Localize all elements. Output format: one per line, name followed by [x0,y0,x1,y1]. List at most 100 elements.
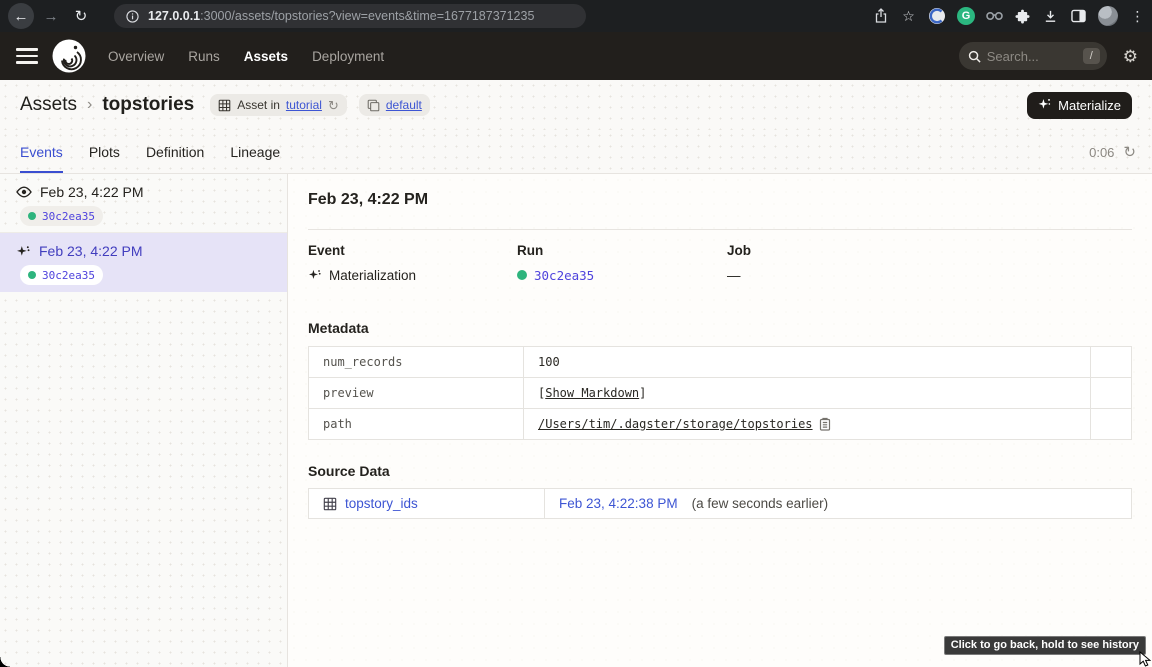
refresh-countdown: 0:06 [1089,145,1114,160]
bracket-close: ] [639,386,646,400]
side-panel-icon[interactable] [1070,8,1087,25]
tab-lineage[interactable]: Lineage [230,130,280,173]
app-nav-bar: Overview Runs Assets Deployment / ⚙ [0,32,1152,80]
job-value: — [727,268,741,283]
breadcrumb-separator: › [87,96,92,114]
table-row: path /Users/tim/.dagster/storage/topstor… [309,408,1131,439]
table-row: topstory_ids Feb 23, 4:22:38 PM (a few s… [309,489,1131,518]
downloads-icon[interactable] [1042,8,1059,25]
event-time: Feb 23, 4:22 PM [40,184,144,200]
browser-address-bar[interactable]: 127.0.0.1:3000/assets/topstories?view=ev… [114,4,586,28]
asset-grid-icon [218,99,231,112]
breadcrumb: Assets › topstories [20,94,194,116]
materialization-sparkle-icon [16,244,31,259]
reload-repo-icon[interactable]: ↻ [328,99,339,112]
event-list-sidebar: Feb 23, 4:22 PM 30c2ea35 Feb 23, 4:22 PM… [0,174,288,667]
asset-page-header: Assets › topstories Asset in tutorial ↻ … [0,80,1152,130]
browser-toolbar: ← → ↻ 127.0.0.1:3000/assets/topstories?v… [0,0,1152,32]
event-column-label: Event [308,243,517,258]
path-link[interactable]: /Users/tim/.dagster/storage/topstories [538,417,813,431]
tab-events[interactable]: Events [20,130,63,173]
grammarly-extension-icon[interactable]: G [957,7,975,25]
event-detail-title: Feb 23, 4:22 PM [308,191,1132,209]
source-data-heading: Source Data [308,463,1132,479]
run-column-label: Run [517,243,727,258]
badge-prefix-text: Asset in [237,98,280,112]
settings-gear-icon[interactable]: ⚙ [1123,48,1138,65]
password-extension-icon[interactable] [928,7,946,25]
event-run-chip[interactable]: 30c2ea35 [20,265,103,285]
share-icon[interactable] [872,8,889,25]
search-icon [968,50,981,63]
event-list-item-observation[interactable]: Feb 23, 4:22 PM 30c2ea35 [0,174,287,233]
materialization-sparkle-icon [308,268,322,282]
mouse-cursor [1139,651,1151,667]
event-run-chip[interactable]: 30c2ea35 [20,206,103,226]
asset-tabs: Events Plots Definition Lineage 0:06 ↻ [0,130,1152,174]
refresh-icon[interactable]: ↻ [1123,145,1136,160]
nav-item-overview[interactable]: Overview [108,49,164,64]
metadata-key: path [309,409,524,439]
job-column-label: Job [727,243,1132,258]
asset-group-badge[interactable]: default [359,94,430,116]
materialize-button[interactable]: Materialize [1027,92,1132,119]
group-default-link[interactable]: default [386,98,422,112]
run-status-dot [517,270,527,280]
event-detail-panel: Feb 23, 4:22 PM Event Materialization Ru… [288,174,1152,667]
metadata-key: preview [309,378,524,408]
table-row: preview [Show Markdown] [309,377,1131,408]
run-id-text: 30c2ea35 [42,210,95,223]
event-type-value: Materialization [329,268,416,283]
source-data-table: topstory_ids Feb 23, 4:22:38 PM (a few s… [308,488,1132,519]
tab-definition[interactable]: Definition [146,130,204,173]
browser-reload-button[interactable]: ↻ [68,3,94,29]
observation-eye-icon [16,184,32,200]
event-list-item-materialization[interactable]: Feb 23, 4:22 PM 30c2ea35 [0,233,287,292]
metadata-table: num_records 100 preview [Show Markdown] … [308,346,1132,440]
show-markdown-link[interactable]: Show Markdown [545,386,639,400]
breadcrumb-assets-link[interactable]: Assets [20,94,77,116]
browser-back-button[interactable]: ← [8,3,34,29]
source-timestamp-link[interactable]: Feb 23, 4:22:38 PM [559,496,678,511]
profile-avatar[interactable] [1098,6,1118,26]
dagster-logo[interactable] [52,39,86,73]
url-text: 127.0.0.1:3000/assets/topstories?view=ev… [148,9,534,23]
window-rounded-corner [0,657,10,667]
nav-item-assets[interactable]: Assets [244,49,288,64]
metadata-extra-cell [1091,409,1131,439]
page-info-icon[interactable] [124,8,141,25]
bracket-open: [ [538,386,545,400]
run-id-text: 30c2ea35 [42,269,95,282]
group-copy-icon [367,99,380,112]
divider [308,229,1132,230]
copy-path-icon[interactable] [819,417,831,431]
metadata-heading: Metadata [308,320,1132,336]
search-input[interactable] [987,49,1077,64]
browser-menu-dots-icon[interactable]: ⋮ [1129,8,1146,25]
nav-item-runs[interactable]: Runs [188,49,220,64]
upstream-asset-link[interactable]: topstory_ids [345,496,418,511]
breadcrumb-current-asset: topstories [102,94,194,116]
run-id-link[interactable]: 30c2ea35 [534,268,594,283]
browser-forward-button[interactable]: → [38,3,64,29]
metadata-key: num_records [309,347,524,377]
table-row: num_records 100 [309,347,1131,377]
run-status-dot [28,212,36,220]
hamburger-menu-icon[interactable] [16,48,38,64]
asset-grid-icon [323,497,337,511]
materialize-button-label: Materialize [1058,98,1121,113]
back-button-tooltip: Click to go back, hold to see history [944,636,1146,655]
search-shortcut-key: / [1083,48,1100,64]
bookmark-star-icon[interactable]: ☆ [900,8,917,25]
global-search[interactable]: / [959,42,1107,70]
asset-definition-badge[interactable]: Asset in tutorial ↻ [210,94,347,116]
nav-item-deployment[interactable]: Deployment [312,49,384,64]
metadata-extra-cell [1091,378,1131,408]
tutorial-repo-link[interactable]: tutorial [286,98,322,112]
tab-plots[interactable]: Plots [89,130,120,173]
goggles-extension-icon[interactable] [986,8,1003,25]
extensions-puzzle-icon[interactable] [1014,8,1031,25]
run-status-dot [28,271,36,279]
metadata-extra-cell [1091,347,1131,377]
metadata-value: 100 [538,355,560,369]
